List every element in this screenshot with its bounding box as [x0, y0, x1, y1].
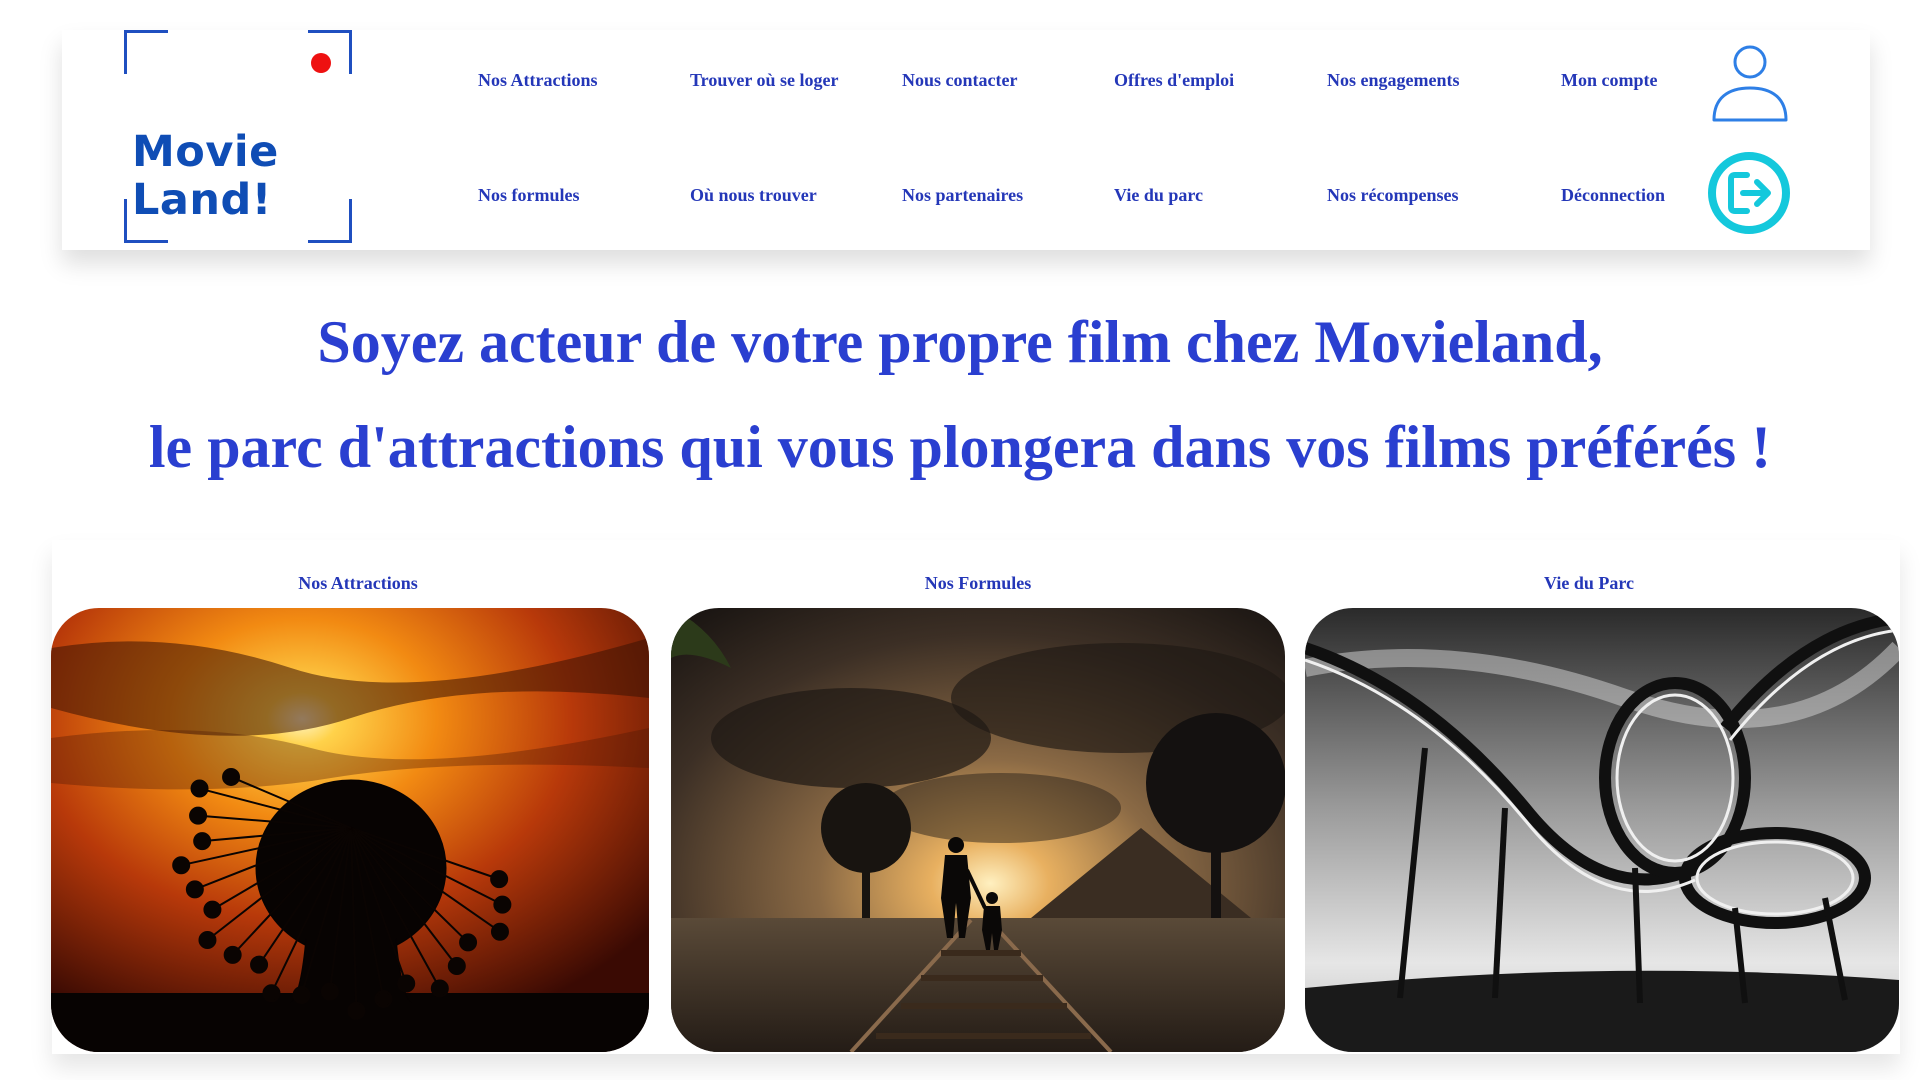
nav-link-nos-engagements[interactable]: Nos engagements [1327, 70, 1460, 91]
nav-link-nos-attractions[interactable]: Nos Attractions [478, 70, 598, 91]
user-icon[interactable] [1710, 42, 1790, 124]
card-image-nos-attractions[interactable] [51, 608, 649, 1052]
hero-line-2: le parc d'attractions qui vous plongera … [148, 414, 1772, 480]
card-image-nos-formules[interactable] [671, 608, 1285, 1052]
card-image-vie-du-parc[interactable] [1305, 608, 1899, 1052]
main-navigation: Nos Attractions Trouver où se loger Nous… [478, 0, 1708, 250]
logo-frame-corner [308, 199, 352, 243]
logo-frame-corner [124, 30, 168, 74]
card-title-nos-attractions[interactable]: Nos Attractions [51, 573, 665, 594]
nav-link-offres-emploi[interactable]: Offres d'emploi [1114, 70, 1234, 91]
card-title-vie-du-parc[interactable]: Vie du Parc [1305, 573, 1873, 594]
nav-link-vie-du-parc[interactable]: Vie du parc [1114, 185, 1203, 206]
nav-link-trouver-ou-se-loger[interactable]: Trouver où se loger [690, 70, 838, 91]
nav-link-ou-nous-trouver[interactable]: Où nous trouver [690, 185, 817, 206]
logo-line-1: Movie [132, 127, 279, 177]
nav-link-nos-formules[interactable]: Nos formules [478, 185, 580, 206]
nav-link-nos-recompenses[interactable]: Nos récompenses [1327, 185, 1458, 206]
nav-link-nous-contacter[interactable]: Nous contacter [902, 70, 1017, 91]
logo-text: Movie Land! [132, 128, 279, 224]
card-title-nos-formules[interactable]: Nos Formules [671, 573, 1285, 594]
hero-line-1: Soyez acteur de votre propre film chez M… [317, 309, 1603, 375]
movieland-logo[interactable]: Movie Land! [124, 30, 352, 243]
logo-line-2: Land! [132, 175, 272, 225]
nav-link-deconnection[interactable]: Déconnection [1561, 185, 1665, 206]
nav-link-mon-compte[interactable]: Mon compte [1561, 70, 1657, 91]
nav-link-nos-partenaires[interactable]: Nos partenaires [902, 185, 1023, 206]
logout-icon[interactable] [1707, 151, 1791, 235]
record-dot-icon [311, 53, 331, 73]
hero-heading: Soyez acteur de votre propre film chez M… [0, 290, 1920, 500]
